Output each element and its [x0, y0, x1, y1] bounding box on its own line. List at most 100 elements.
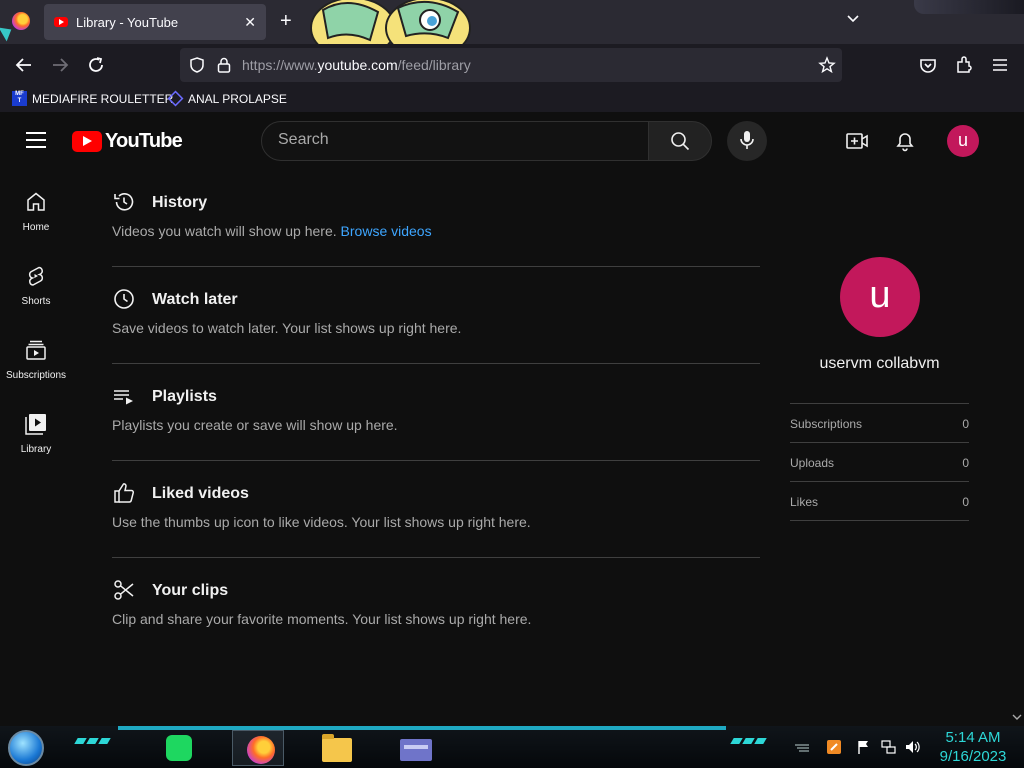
- taskbar-app-firefox[interactable]: [232, 730, 284, 766]
- taskbar-app-file-explorer[interactable]: [308, 730, 360, 766]
- search-icon: [671, 132, 690, 151]
- stat-row-likes: Likes 0: [790, 481, 969, 520]
- search-input[interactable]: [278, 131, 628, 149]
- playlist-icon: [114, 390, 133, 405]
- start-button[interactable]: [8, 730, 44, 766]
- sidebar-item-label: Subscriptions: [5, 370, 67, 381]
- taskbar-app-spotify[interactable]: [152, 730, 204, 766]
- history-icon: [114, 193, 134, 211]
- browse-videos-link[interactable]: Browse videos: [341, 223, 432, 239]
- section-description-text: Videos you watch will show up here.: [112, 223, 337, 239]
- url-text[interactable]: https://www.youtube.com/feed/library: [242, 57, 471, 73]
- search-button[interactable]: [648, 121, 712, 161]
- firefox-icon[interactable]: [12, 12, 30, 30]
- sidebar-item-label: Shorts: [21, 296, 51, 307]
- youtube-favicon-icon: [54, 17, 68, 27]
- scrollbar-down-arrow-icon[interactable]: [1012, 712, 1022, 722]
- bookmark-star-icon[interactable]: [818, 56, 836, 74]
- mediafire-icon: MF T: [12, 91, 27, 106]
- section-description: Use the thumbs up icon to like videos. Y…: [112, 514, 531, 530]
- stat-label: Likes: [790, 495, 819, 509]
- voice-search-button[interactable]: [727, 121, 767, 161]
- sidebar-item-label: Library: [20, 444, 52, 455]
- url-path: /feed/library: [397, 57, 471, 73]
- url-bar[interactable]: https://www.youtube.com/feed/library: [180, 48, 842, 82]
- bookmark-label: MEDIAFIRE ROULETTER: [32, 91, 174, 106]
- youtube-play-icon: [72, 131, 102, 152]
- youtube-header: YouTube u: [0, 112, 1024, 170]
- network-icon[interactable]: [880, 739, 896, 755]
- extensions-icon[interactable]: [954, 55, 974, 75]
- url-prefix: https://www.: [242, 57, 318, 73]
- taskbar-app-window[interactable]: [386, 730, 438, 766]
- tab-list-chevron-icon[interactable]: [846, 12, 860, 26]
- taskbar-decoration: [74, 738, 111, 744]
- browser-tab-youtube[interactable]: Library - YouTube ✕: [44, 4, 266, 40]
- search-box: [261, 121, 649, 161]
- stat-value: 0: [962, 417, 969, 431]
- bookmark-shape-icon: [167, 90, 184, 107]
- browser-tab-bar: Library - YouTube ✕ +: [0, 0, 1024, 59]
- section-description: Save videos to watch later. Your list sh…: [112, 320, 462, 336]
- menu-hamburger-icon[interactable]: [990, 55, 1010, 75]
- scissors-icon: [114, 580, 134, 600]
- tab-close-icon[interactable]: ✕: [244, 14, 256, 31]
- guide-menu-icon[interactable]: [26, 132, 46, 148]
- action-center-flag-icon[interactable]: [856, 739, 872, 755]
- microphone-icon: [740, 131, 754, 149]
- youtube-logo[interactable]: YouTube: [72, 130, 183, 153]
- section-title[interactable]: Liked videos: [152, 485, 249, 503]
- thumbs-up-icon: [114, 483, 134, 503]
- tracking-shield-icon[interactable]: [188, 56, 206, 74]
- clock-icon: [114, 289, 134, 309]
- reload-icon[interactable]: [86, 55, 106, 75]
- lock-icon[interactable]: [216, 56, 232, 74]
- profile-name[interactable]: uservm collabvm: [790, 355, 969, 373]
- section-description: Videos you watch will show up here. Brow…: [112, 223, 432, 239]
- stat-label: Subscriptions: [790, 417, 863, 431]
- library-section-history: History Videos you watch will show up he…: [112, 170, 760, 267]
- show-hidden-icons-icon[interactable]: [794, 739, 810, 755]
- section-description: Clip and share your favorite moments. Yo…: [112, 611, 532, 627]
- system-clock[interactable]: 5:14 AM 9/16/2023: [936, 728, 1010, 766]
- section-title[interactable]: Playlists: [152, 388, 217, 406]
- spotify-icon: [166, 735, 192, 761]
- subscriptions-icon: [26, 340, 46, 360]
- tray-app-icon[interactable]: [826, 739, 842, 755]
- stat-value: 0: [962, 456, 969, 470]
- stat-value: 0: [962, 495, 969, 509]
- clock-date: 9/16/2023: [939, 748, 1007, 765]
- bookmark-second[interactable]: ANAL PROLAPSE: [167, 90, 287, 107]
- section-title[interactable]: Your clips: [152, 582, 228, 600]
- sidebar-item-home[interactable]: Home: [0, 170, 72, 244]
- new-tab-button[interactable]: +: [280, 10, 292, 33]
- url-domain: youtube.com: [317, 57, 398, 73]
- sidebar-item-shorts[interactable]: Shorts: [0, 244, 72, 318]
- library-icon: [25, 414, 46, 435]
- bookmark-mediafire[interactable]: MF T MEDIAFIRE ROULETTER: [12, 91, 173, 106]
- account-avatar[interactable]: u: [947, 125, 979, 157]
- create-video-icon[interactable]: [845, 129, 869, 153]
- titlebar-decoration: [914, 0, 1024, 14]
- folder-icon: [322, 734, 352, 762]
- sidebar-item-subscriptions[interactable]: Subscriptions: [0, 318, 72, 392]
- section-title[interactable]: History: [152, 194, 207, 212]
- volume-icon[interactable]: [904, 739, 920, 755]
- notifications-bell-icon[interactable]: [893, 129, 917, 153]
- profile-avatar[interactable]: u: [840, 257, 920, 337]
- forward-arrow-icon[interactable]: [50, 55, 70, 75]
- sidebar-item-label: Home: [22, 222, 50, 233]
- tab-title: Library - YouTube: [76, 14, 179, 30]
- section-title[interactable]: Watch later: [152, 291, 238, 309]
- pocket-icon[interactable]: [918, 55, 938, 75]
- back-arrow-icon[interactable]: [14, 55, 34, 75]
- os-taskbar: 5:14 AM 9/16/2023: [0, 726, 1024, 768]
- youtube-wordmark: YouTube: [105, 130, 183, 152]
- library-section-playlists: Playlists Playlists you create or save w…: [112, 364, 760, 461]
- stat-row-uploads: Uploads 0: [790, 442, 969, 481]
- library-section-liked-videos: Liked videos Use the thumbs up icon to l…: [112, 461, 760, 558]
- sidebar-item-library[interactable]: Library: [0, 392, 72, 466]
- window-app-icon: [400, 739, 432, 761]
- stat-label: Uploads: [790, 456, 835, 470]
- shorts-icon: [28, 266, 44, 286]
